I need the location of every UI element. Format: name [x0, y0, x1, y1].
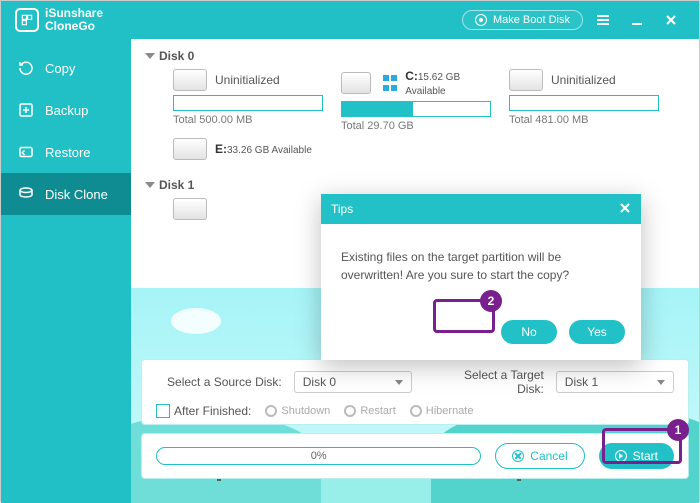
- drive-icon: [173, 198, 207, 220]
- source-disk-label: Select a Source Disk:: [156, 375, 282, 389]
- progress-value: 0%: [311, 450, 327, 462]
- dropdown-value: Disk 1: [565, 375, 598, 389]
- dialog-close-button[interactable]: [619, 202, 631, 217]
- brand-line2: CloneGo: [45, 20, 103, 33]
- disk-clone-icon: [17, 185, 35, 203]
- partition[interactable]: Uninitialized Total 481.00 MB: [509, 69, 659, 132]
- target-disk-dropdown[interactable]: Disk 1: [556, 371, 674, 393]
- make-boot-label: Make Boot Disk: [493, 14, 570, 26]
- sidebar-item-disk-clone[interactable]: Disk Clone: [1, 173, 131, 215]
- app-window: iSunshare CloneGo Make Boot Disk Copy: [0, 0, 700, 502]
- disk-name: Disk 1: [159, 178, 194, 192]
- sidebar-item-label: Disk Clone: [45, 187, 108, 202]
- app-logo-icon: [15, 8, 39, 32]
- sidebar-item-backup[interactable]: Backup: [1, 89, 131, 131]
- target-disk-label: Select a Target Disk:: [436, 368, 544, 396]
- make-boot-disk-button[interactable]: Make Boot Disk: [462, 10, 583, 30]
- app-title: iSunshare CloneGo: [45, 7, 103, 33]
- drive-icon: [341, 72, 371, 94]
- partition[interactable]: [173, 198, 323, 220]
- dialog-title: Tips: [331, 202, 353, 216]
- drive-icon: [173, 69, 207, 91]
- dialog-yes-button[interactable]: Yes: [569, 320, 625, 344]
- drive-icon: [509, 69, 543, 91]
- source-disk-dropdown[interactable]: Disk 0: [294, 371, 412, 393]
- partition[interactable]: E:33.26 GB Available: [173, 138, 323, 160]
- copy-icon: [17, 59, 35, 77]
- chevron-down-icon: [657, 380, 665, 385]
- after-finished-label: After Finished:: [174, 404, 251, 418]
- dropdown-value: Disk 0: [303, 375, 336, 389]
- partition-name: Uninitialized: [551, 73, 616, 87]
- dialog-no-button[interactable]: No: [501, 320, 557, 344]
- partition-name: Uninitialized: [215, 73, 280, 87]
- chevron-down-icon: [395, 380, 403, 385]
- select-panel: Select a Source Disk: Disk 0 Select a Ta…: [141, 359, 689, 425]
- sidebar-item-label: Backup: [45, 103, 88, 118]
- callout-yes: 2: [433, 299, 495, 333]
- minimize-button[interactable]: [623, 6, 651, 34]
- progress-bar: 0%: [156, 447, 481, 465]
- sidebar-item-label: Restore: [45, 145, 91, 160]
- after-finished-checkbox[interactable]: [156, 404, 170, 418]
- usage-bar: [341, 101, 491, 117]
- callout-number: 2: [480, 290, 502, 312]
- restart-radio[interactable]: Restart: [344, 405, 395, 417]
- sidebar: Copy Backup Restore Disk Clone: [1, 39, 131, 503]
- callout-number: 1: [667, 419, 689, 441]
- callout-start: 1: [602, 428, 682, 464]
- partition-name: E:33.26 GB Available: [215, 142, 312, 156]
- hibernate-radio[interactable]: Hibernate: [410, 405, 474, 417]
- disk1-header[interactable]: Disk 1: [145, 178, 681, 192]
- partition-total: Total 500.00 MB: [173, 114, 323, 126]
- usage-bar: [509, 95, 659, 111]
- cancel-label: Cancel: [530, 449, 567, 463]
- disk0-section: Disk 0 Uninitialized Total 500.00 MB: [145, 49, 681, 160]
- drive-icon: [173, 138, 207, 160]
- titlebar: iSunshare CloneGo Make Boot Disk: [1, 1, 699, 39]
- partition[interactable]: Uninitialized Total 500.00 MB: [173, 69, 323, 132]
- disk0-header[interactable]: Disk 0: [145, 49, 681, 63]
- partition-total: Total 481.00 MB: [509, 114, 659, 126]
- windows-icon: [383, 75, 397, 91]
- close-icon: [512, 450, 524, 462]
- chevron-down-icon: [145, 182, 155, 188]
- cancel-button[interactable]: Cancel: [495, 443, 584, 469]
- menu-button[interactable]: [589, 6, 617, 34]
- close-button[interactable]: [657, 6, 685, 34]
- partition-total: Total 29.70 GB: [341, 120, 491, 132]
- partition-name: C:15.62 GB Available: [405, 69, 491, 97]
- disc-icon: [475, 14, 487, 26]
- partition[interactable]: C:15.62 GB Available Total 29.70 GB: [341, 69, 491, 132]
- usage-bar: [173, 95, 323, 111]
- backup-icon: [17, 101, 35, 119]
- sidebar-item-restore[interactable]: Restore: [1, 131, 131, 173]
- restore-icon: [17, 143, 35, 161]
- shutdown-radio[interactable]: Shutdown: [265, 405, 330, 417]
- chevron-down-icon: [145, 53, 155, 59]
- sidebar-item-label: Copy: [45, 61, 75, 76]
- sidebar-item-copy[interactable]: Copy: [1, 47, 131, 89]
- confirm-dialog: Tips Existing files on the target partit…: [321, 194, 641, 360]
- disk-name: Disk 0: [159, 49, 194, 63]
- dialog-titlebar: Tips: [321, 194, 641, 224]
